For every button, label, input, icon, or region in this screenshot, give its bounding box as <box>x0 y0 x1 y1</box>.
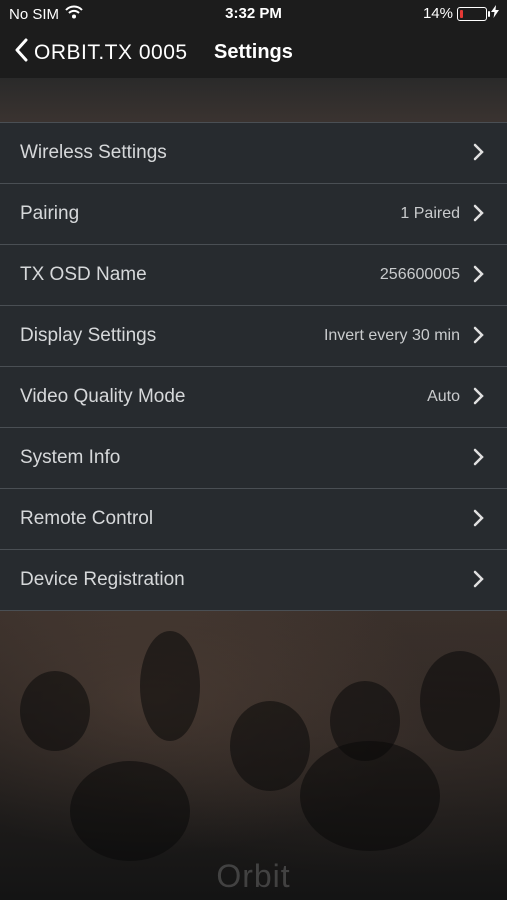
settings-item-label: Video Quality Mode <box>20 386 186 407</box>
settings-item-label: Wireless Settings <box>20 142 167 163</box>
settings-list: Wireless Settings Pairing 1 Paired TX OS… <box>0 122 507 611</box>
settings-item-label: TX OSD Name <box>20 264 147 285</box>
orbit-watermark: Orbit <box>216 858 291 894</box>
crowd-silhouette <box>230 701 310 791</box>
settings-item-remote-control[interactable]: Remote Control <box>0 488 507 549</box>
chevron-left-icon <box>14 38 28 67</box>
settings-item-label: Device Registration <box>20 569 185 590</box>
chevron-right-icon <box>473 570 485 593</box>
crowd-silhouette <box>140 631 200 741</box>
battery-percent: 14% <box>422 5 453 22</box>
page-title: Settings <box>214 41 293 63</box>
charging-icon <box>491 5 499 22</box>
settings-item-value: 256600005 <box>379 266 460 283</box>
chevron-right-icon <box>473 143 485 166</box>
chevron-right-icon <box>473 326 485 349</box>
settings-item-device-registration[interactable]: Device Registration <box>0 549 507 611</box>
settings-item-value: Auto <box>427 388 460 405</box>
status-right: 14% <box>423 5 499 22</box>
settings-item-value: 1 Paired <box>400 205 460 222</box>
navigation-bar: ORBIT.TX 0005 Settings <box>0 28 507 78</box>
settings-item-pairing[interactable]: Pairing 1 Paired <box>0 183 507 244</box>
crowd-silhouette <box>300 741 440 851</box>
crowd-silhouette <box>20 671 90 751</box>
chevron-right-icon <box>473 204 485 227</box>
settings-item-system-info[interactable]: System Info <box>0 427 507 488</box>
header-band <box>0 78 507 122</box>
battery-fill <box>460 9 463 18</box>
chevron-right-icon <box>473 265 485 288</box>
settings-item-label: Display Settings <box>20 325 157 346</box>
concert-background-image: Orbit <box>0 611 507 900</box>
settings-item-label: System Info <box>20 447 121 468</box>
crowd-silhouette <box>420 651 500 751</box>
battery-icon <box>457 6 490 21</box>
settings-item-label: Remote Control <box>20 508 154 529</box>
settings-item-video-quality[interactable]: Video Quality Mode Auto <box>0 366 507 427</box>
chevron-right-icon <box>473 448 485 471</box>
chevron-right-icon <box>473 509 485 532</box>
settings-item-tx-osd-name[interactable]: TX OSD Name 256600005 <box>0 244 507 305</box>
crowd-silhouette <box>70 761 190 861</box>
back-label: ORBIT.TX 0005 <box>34 40 188 64</box>
settings-item-wireless[interactable]: Wireless Settings <box>0 122 507 183</box>
settings-item-label: Pairing <box>20 203 80 224</box>
settings-item-value: Invert every 30 min <box>323 327 460 344</box>
status-bar: No SIM 3:32 PM 14% <box>0 0 507 28</box>
chevron-right-icon <box>473 387 485 410</box>
back-button[interactable]: ORBIT.TX 0005 <box>14 38 188 67</box>
settings-item-display[interactable]: Display Settings Invert every 30 min <box>0 305 507 366</box>
